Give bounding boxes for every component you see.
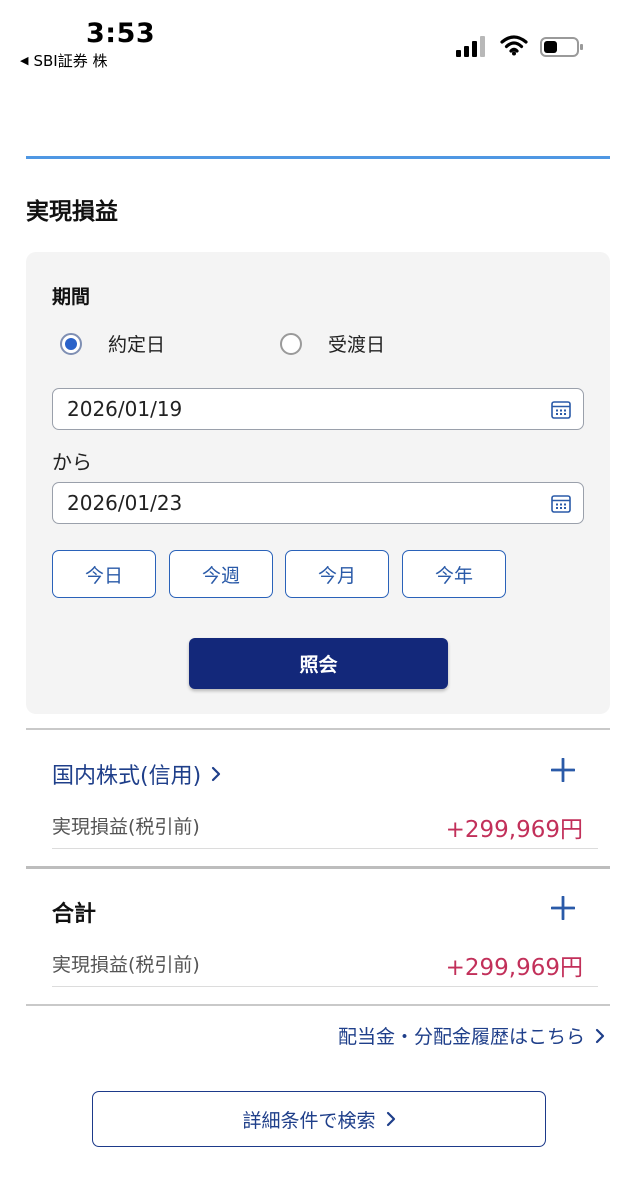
wifi-icon [500,35,528,56]
radio-trade-date-label: 約定日 [108,334,166,356]
date-to-input[interactable] [67,491,527,515]
total-realized-pl-amount: +299,969円 [445,955,583,981]
cellular-signal-icon [456,36,485,57]
back-to-app-link[interactable]: ◀ SBI証券 株 [20,50,107,71]
date-to-field[interactable] [52,482,584,524]
domestic-margin-title: 国内株式(信用) [52,764,202,789]
date-from-input[interactable] [67,397,527,421]
row-divider [52,986,598,987]
realized-pl-label: 実現損益(税引前) [52,816,200,838]
back-app-label: SBI証券 株 [33,52,108,70]
row-divider [52,848,598,849]
detailed-search-button[interactable]: 詳細条件で検索 [92,1091,546,1147]
total-realized-pl-label: 実現損益(税引前) [52,954,200,976]
submit-query-button[interactable]: 照会 [189,638,448,689]
chevron-right-icon [386,1111,395,1127]
realized-pl-amount: +299,969円 [445,817,583,843]
battery-icon [540,37,583,57]
radio-trade-date[interactable]: 約定日 [60,330,165,357]
expand-plus-icon[interactable] [551,758,575,782]
status-bar: 3:53 ◀ SBI証券 株 [0,0,637,80]
back-triangle-icon: ◀ [20,54,29,67]
quick-range-year-button[interactable]: 今年 [402,550,506,598]
quick-range-month-button[interactable]: 今月 [285,550,389,598]
quick-range-today-button[interactable]: 今日 [52,550,156,598]
radio-settlement-date-indicator[interactable] [280,332,302,355]
radio-settlement-date-label: 受渡日 [328,334,386,356]
section-accent-rule [26,156,610,159]
quick-range-week-button[interactable]: 今週 [169,550,273,598]
divider [26,866,610,869]
domestic-margin-link[interactable]: 国内株式(信用) [52,758,221,790]
filter-panel: 期間 約定日 受渡日 から 今日 今週 今月 今年 照会 [26,252,610,714]
divider [26,1004,610,1006]
total-title: 合計 [52,902,97,927]
page-title: 実現損益 [26,199,118,225]
period-label: 期間 [52,286,91,308]
chevron-right-icon [595,1028,605,1043]
divider [26,728,610,730]
dividend-history-label: 配当金・分配金履歴はこちら [337,1026,585,1048]
date-range-connector-label: から [52,450,92,474]
dividend-history-link[interactable]: 配当金・分配金履歴はこちら [338,1022,605,1049]
calendar-icon[interactable] [551,494,571,513]
status-time: 3:53 [86,18,156,49]
date-from-field[interactable] [52,388,584,430]
chevron-right-icon [212,766,221,782]
calendar-icon[interactable] [551,400,571,419]
radio-settlement-date[interactable]: 受渡日 [280,330,385,357]
radio-trade-date-indicator[interactable] [60,332,82,355]
detailed-search-label: 詳細条件で検索 [242,1109,376,1132]
expand-plus-icon[interactable] [551,896,575,920]
